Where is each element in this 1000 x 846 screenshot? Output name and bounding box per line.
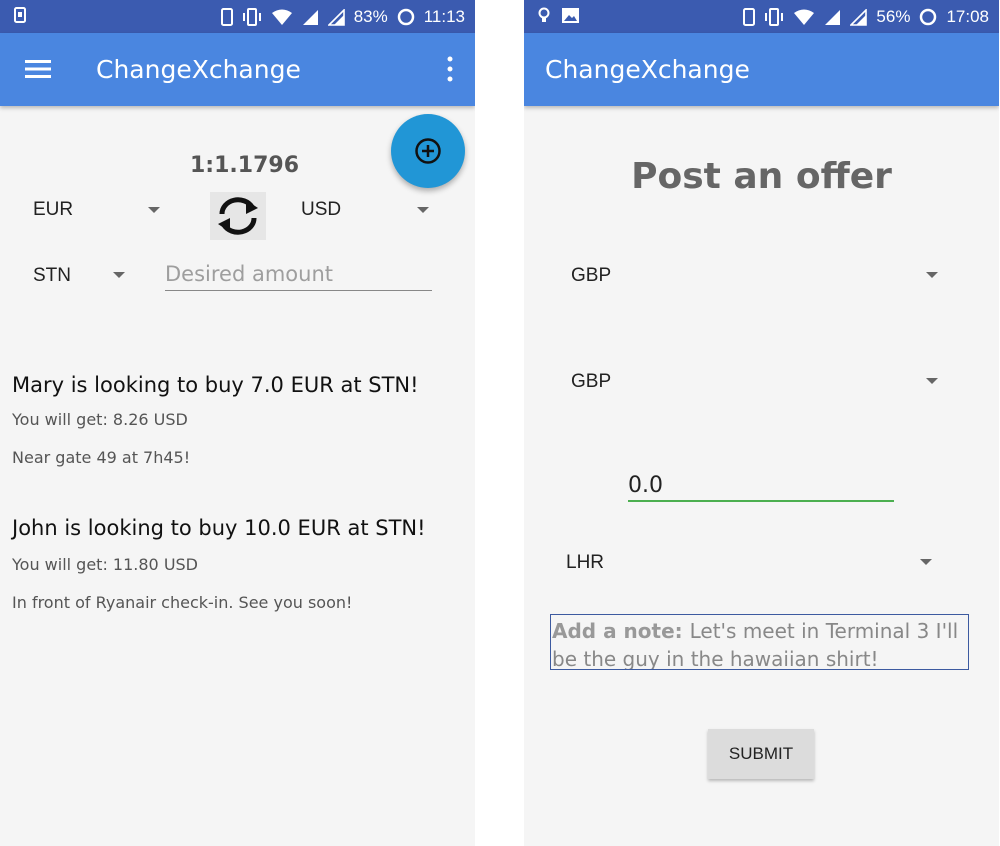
exchange-rate: 1:1.1796 — [190, 153, 300, 178]
from-currency-spinner[interactable]: EUR — [33, 199, 73, 221]
note-field[interactable]: Add a note: Let's meet in Terminal 3 I'l… — [550, 614, 969, 670]
phone-icon — [220, 8, 233, 26]
offer-amount: You will get: 8.26 USD — [12, 410, 188, 429]
clock: 11:13 — [423, 7, 465, 26]
from-currency-dropdown-icon[interactable] — [148, 207, 160, 213]
notification-icon — [14, 7, 26, 23]
app-bar: ChangeXchange — [524, 33, 999, 106]
vibrate-icon — [242, 8, 261, 26]
airport-dropdown-icon[interactable] — [920, 559, 932, 565]
offer-note: Near gate 49 at 7h45! — [12, 448, 191, 467]
phone-icon — [743, 8, 756, 26]
offer-note: In front of Ryanair check-in. See you so… — [12, 593, 353, 612]
currency-2-dropdown-icon[interactable] — [926, 378, 938, 384]
offer-title: John is looking to buy 10.0 EUR at STN! — [12, 516, 426, 540]
amount-input[interactable] — [628, 470, 894, 502]
page-title: Post an offer — [631, 156, 892, 197]
signal-roaming-icon — [327, 8, 345, 26]
battery-icon — [397, 8, 414, 26]
signal-icon — [302, 9, 318, 25]
add-offer-fab[interactable] — [391, 114, 465, 188]
desired-amount-input[interactable] — [165, 258, 432, 291]
swap-currencies-button[interactable] — [210, 192, 266, 240]
app-title: ChangeXchange — [96, 55, 301, 84]
offer-amount: You will get: 11.80 USD — [12, 555, 198, 574]
image-icon — [562, 8, 579, 23]
airport-spinner[interactable]: LHR — [566, 552, 604, 574]
airport-label: STN — [33, 265, 71, 286]
battery-percent: 56% — [876, 7, 911, 26]
airport-spinner[interactable]: STN — [33, 265, 71, 287]
to-currency-dropdown-icon[interactable] — [417, 207, 429, 213]
battery-percent: 83% — [353, 7, 388, 26]
wifi-icon — [794, 9, 815, 25]
clock: 17:08 — [946, 7, 989, 26]
status-bar: 56% 17:08 — [524, 0, 999, 33]
currency-spinner-2[interactable]: GBP — [571, 371, 611, 393]
swap-refresh-icon — [218, 197, 258, 235]
vibrate-icon — [765, 8, 784, 26]
app-bar: ChangeXchange — [0, 33, 475, 106]
lightbulb-icon — [538, 7, 550, 22]
wifi-icon — [271, 9, 292, 25]
currency-label-1: GBP — [571, 265, 612, 286]
currency-spinner-1[interactable]: GBP — [571, 265, 611, 287]
offer-title: Mary is looking to buy 7.0 EUR at STN! — [12, 373, 419, 397]
to-currency-label: USD — [301, 199, 342, 220]
to-currency-spinner[interactable]: USD — [301, 199, 341, 221]
add-circle-icon — [415, 138, 441, 164]
right-screen: 56% 17:08 ChangeXchange Post an offer GB… — [524, 0, 999, 846]
battery-icon — [920, 8, 937, 26]
from-currency-label: EUR — [33, 199, 74, 220]
signal-roaming-icon — [850, 8, 868, 26]
submit-button[interactable]: SUBMIT — [708, 729, 814, 779]
currency-label-2: GBP — [571, 371, 612, 392]
more-vert-icon[interactable] — [445, 55, 455, 83]
left-screen: 83% 11:13 ChangeXchange 1:1.1796 EUR USD… — [0, 0, 475, 846]
currency-1-dropdown-icon[interactable] — [926, 272, 938, 278]
hamburger-menu-icon[interactable] — [25, 57, 51, 81]
status-bar: 83% 11:13 — [0, 0, 475, 33]
app-title: ChangeXchange — [545, 55, 750, 84]
note-label: Add a note: — [552, 619, 690, 643]
signal-icon — [825, 9, 841, 25]
airport-label: LHR — [566, 552, 605, 573]
airport-dropdown-icon[interactable] — [113, 272, 125, 278]
